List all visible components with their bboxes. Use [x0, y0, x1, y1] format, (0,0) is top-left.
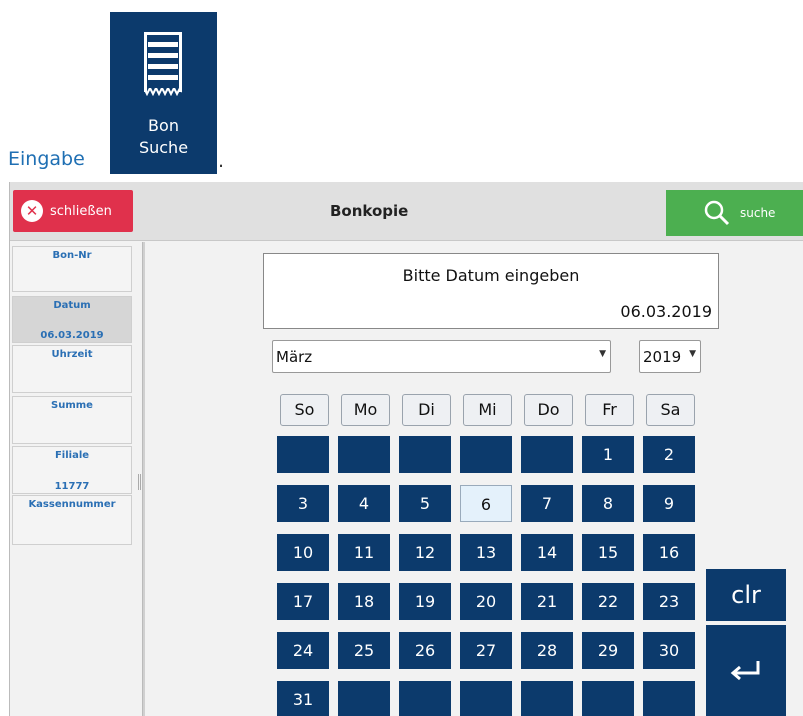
calendar-day[interactable]: 19	[399, 583, 451, 620]
calendar-empty-cell	[460, 681, 512, 716]
bon-suche-icon: Bon Suche	[110, 12, 217, 174]
splitter-grip[interactable]	[138, 474, 141, 490]
weekday-label: So	[280, 394, 329, 426]
enter-icon	[730, 661, 760, 681]
close-icon: ✕	[21, 200, 43, 222]
calendar-day[interactable]: 24	[277, 632, 329, 669]
field-bon-nr[interactable]: Bon-Nr	[12, 246, 132, 292]
splitter[interactable]	[142, 242, 145, 716]
close-button[interactable]: ✕ schließen	[13, 190, 133, 232]
calendar-day[interactable]: 7	[521, 485, 573, 522]
weekday-label: Mi	[463, 394, 512, 426]
weekday-label: Di	[402, 394, 451, 426]
calendar-day[interactable]: 20	[460, 583, 512, 620]
calendar-day[interactable]: 15	[582, 534, 634, 571]
calendar-empty-cell	[521, 681, 573, 716]
field-datum[interactable]: Datum 06.03.2019	[12, 296, 132, 343]
sentence-end: .	[218, 150, 225, 172]
receipt-edge-icon	[144, 88, 182, 96]
weekday-label: Fr	[585, 394, 634, 426]
calendar-day[interactable]: 2	[643, 436, 695, 473]
calendar-day[interactable]: 21	[521, 583, 573, 620]
field-kassennummer[interactable]: Kassennummer	[12, 495, 132, 545]
date-prompt: Bitte Datum eingeben	[402, 266, 580, 285]
calendar-empty-cell	[399, 681, 451, 716]
calendar-empty-cell	[338, 436, 390, 473]
calendar-day[interactable]: 16	[643, 534, 695, 571]
calendar-day[interactable]: 10	[277, 534, 329, 571]
calendar-empty-cell	[582, 681, 634, 716]
year-select[interactable]: 2019 ▼	[639, 340, 701, 373]
calendar-day[interactable]: 14	[521, 534, 573, 571]
weekday-label: Mo	[341, 394, 390, 426]
month-value: März	[276, 348, 313, 366]
calendar-day[interactable]: 22	[582, 583, 634, 620]
calendar-empty-cell	[277, 436, 329, 473]
calendar-day[interactable]: 31	[277, 681, 329, 716]
weekday-label: Sa	[646, 394, 695, 426]
field-label: Datum	[53, 300, 91, 311]
calendar-day[interactable]: 11	[338, 534, 390, 571]
close-label: schließen	[50, 203, 112, 219]
field-value: 06.03.2019	[40, 330, 104, 341]
field-uhrzeit[interactable]: Uhrzeit	[12, 345, 132, 393]
calendar-empty-cell	[643, 681, 695, 716]
icon-label-line1: Bon	[148, 116, 179, 135]
page-title: Bonkopie	[330, 202, 409, 220]
top-bar: ✕ schließen Bonkopie suche	[10, 182, 803, 241]
calendar-day[interactable]: 23	[643, 583, 695, 620]
calendar-day[interactable]: 25	[338, 632, 390, 669]
search-label: suche	[740, 206, 776, 220]
dropdown-arrow-icon: ▼	[689, 349, 696, 359]
search-button[interactable]: suche	[666, 190, 803, 236]
eingabe-text: Eingabe	[8, 148, 85, 170]
calendar-day[interactable]: 9	[643, 485, 695, 522]
date-display: Bitte Datum eingeben 06.03.2019	[263, 253, 719, 329]
date-value: 06.03.2019	[620, 302, 712, 321]
field-label: Kassennummer	[28, 499, 116, 510]
calendar-day[interactable]: 8	[582, 485, 634, 522]
enter-button[interactable]	[706, 625, 786, 716]
field-label: Bon-Nr	[52, 250, 92, 261]
field-label: Filiale	[54, 450, 90, 461]
calendar-day[interactable]: 26	[399, 632, 451, 669]
weekday-label: Do	[524, 394, 573, 426]
calendar-day[interactable]: 28	[521, 632, 573, 669]
calendar-day[interactable]: 30	[643, 632, 695, 669]
calendar-day[interactable]: 17	[277, 583, 329, 620]
search-icon	[704, 200, 730, 226]
clear-button[interactable]: clr	[706, 569, 786, 621]
year-value: 2019	[643, 348, 682, 366]
calendar-empty-cell	[338, 681, 390, 716]
month-select[interactable]: März ▼	[272, 340, 611, 373]
calendar-day[interactable]: 29	[582, 632, 634, 669]
dropdown-arrow-icon: ▼	[599, 349, 606, 359]
field-label: Uhrzeit	[51, 349, 93, 360]
field-filiale[interactable]: Filiale 11777	[12, 446, 132, 494]
calendar-day[interactable]: 27	[460, 632, 512, 669]
calendar-day[interactable]: 18	[338, 583, 390, 620]
icon-label-line2: Suche	[138, 138, 189, 157]
field-label: Summe	[51, 400, 93, 411]
calendar-empty-cell	[460, 436, 512, 473]
bonkopie-window: ✕ schließen Bonkopie suche Bon-Nr Datum …	[9, 182, 803, 716]
calendar-day[interactable]: 6	[460, 485, 512, 522]
field-value: 11777	[54, 481, 90, 492]
calendar-day[interactable]: 1	[582, 436, 634, 473]
field-summe[interactable]: Summe	[12, 396, 132, 444]
calendar-empty-cell	[399, 436, 451, 473]
calendar-day[interactable]: 4	[338, 485, 390, 522]
calendar-empty-cell	[521, 436, 573, 473]
calendar-day[interactable]: 13	[460, 534, 512, 571]
calendar-day[interactable]: 12	[399, 534, 451, 571]
calendar-day[interactable]: 3	[277, 485, 329, 522]
calendar-day[interactable]: 5	[399, 485, 451, 522]
